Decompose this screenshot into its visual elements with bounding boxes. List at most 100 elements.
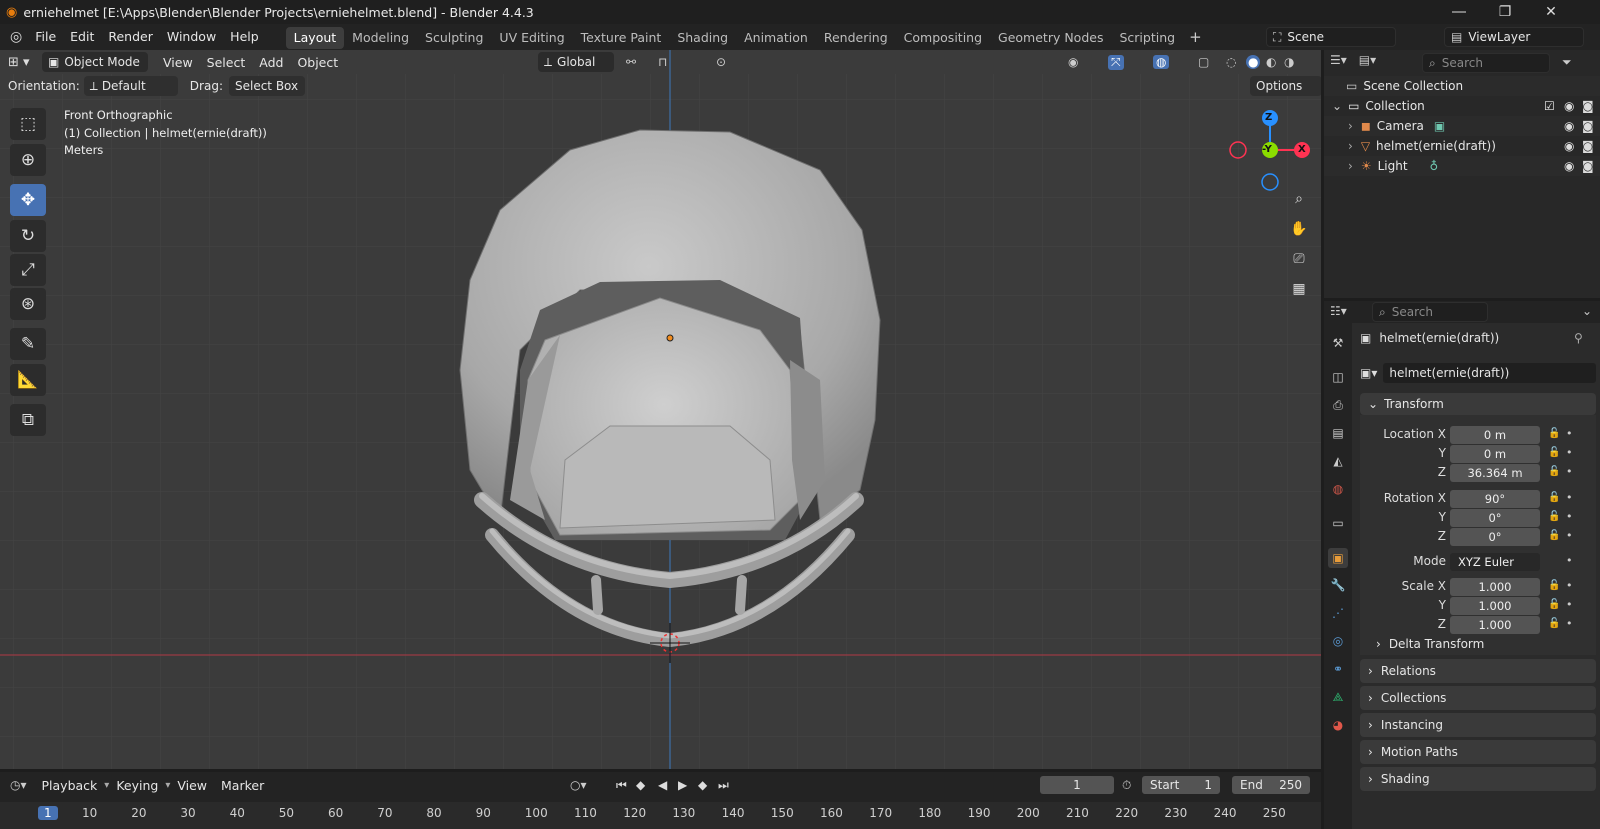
transform-tool[interactable]: ⊛ — [10, 288, 46, 320]
overlay-toggle-icon[interactable]: ◍ — [1153, 55, 1170, 69]
snap-icon[interactable]: ⊓ — [658, 55, 667, 69]
transform-orientation-dropdown[interactable]: ⟂ Global — [538, 52, 614, 72]
tab-uv-editing[interactable]: UV Editing — [491, 27, 572, 49]
menu-help[interactable]: Help — [223, 24, 266, 50]
tab-compositing[interactable]: Compositing — [896, 27, 990, 49]
lock-icon[interactable]: 🔓 — [1548, 511, 1560, 523]
visibility-icon[interactable]: ◉ — [1068, 55, 1078, 69]
expand-chevron-icon[interactable]: › — [1348, 139, 1353, 153]
measure-tool[interactable]: 📐 — [10, 364, 46, 396]
timeline-menu-keying[interactable]: Keying — [109, 778, 165, 793]
gizmo-toggle-icon[interactable]: ⤧ — [1108, 54, 1124, 70]
outliner-scene-collection[interactable]: ▭ Scene Collection — [1324, 76, 1600, 96]
drag-dropdown[interactable]: Select Box — [228, 76, 305, 96]
properties-search[interactable]: ⌕ Search — [1372, 302, 1488, 322]
location-z-field[interactable]: 36.364 m — [1450, 464, 1540, 482]
chevron-down-icon[interactable]: ⌄ — [1582, 304, 1592, 318]
keyframe-dot-icon[interactable]: • — [1566, 465, 1573, 478]
outliner-item-helmet[interactable]: › ▽ helmet(ernie(draft)) ◉ ◙ — [1324, 136, 1600, 156]
properties-editor-icon[interactable]: ☷▾ — [1330, 304, 1347, 318]
physics-tab-icon[interactable]: ◎ — [1328, 631, 1348, 651]
tab-animation[interactable]: Animation — [736, 27, 816, 49]
pan-hand-icon[interactable]: ✋ — [1286, 216, 1312, 242]
timeline-menu-playback[interactable]: Playback — [35, 778, 105, 793]
expand-chevron-icon[interactable]: › — [1348, 159, 1353, 173]
collections-panel[interactable]: › Collections — [1360, 686, 1596, 710]
display-mode-icon[interactable]: ▤▾ — [1359, 53, 1376, 67]
scale-tool[interactable]: ⤢ — [10, 254, 46, 286]
location-y-field[interactable]: 0 m — [1450, 445, 1540, 463]
location-x-field[interactable]: 0 m — [1450, 426, 1540, 444]
rotation-y-field[interactable]: 0° — [1450, 509, 1540, 527]
proportional-edit-icon[interactable]: ⊙ — [716, 55, 726, 69]
rotation-x-field[interactable]: 90° — [1450, 490, 1540, 508]
3d-viewport[interactable]: ⊞ ▾ ▣ Object Mode View Select Add Object… — [0, 50, 1321, 769]
tool-tab-icon[interactable]: ⚒ — [1328, 333, 1348, 353]
add-cube-tool[interactable]: ⧉ — [10, 404, 46, 436]
keyframe-dot-icon[interactable]: • — [1566, 529, 1573, 542]
start-frame-field[interactable]: Start 1 — [1142, 776, 1220, 794]
zoom-icon[interactable]: ⌕ — [1286, 186, 1312, 212]
object-browse-icon[interactable]: ▣▾ — [1360, 366, 1377, 380]
expand-chevron-icon[interactable]: › — [1348, 119, 1353, 133]
tab-texture-paint[interactable]: Texture Paint — [573, 27, 670, 49]
lock-icon[interactable]: 🔓 — [1548, 599, 1560, 611]
outliner-item-light[interactable]: › ☀ Light ♁ ◉ ◙ — [1324, 156, 1600, 176]
cursor-tool[interactable]: ⊕ — [10, 144, 46, 176]
filter-icon[interactable]: ⏷ — [1562, 55, 1572, 70]
menu-edit[interactable]: Edit — [63, 24, 101, 50]
rotation-mode-dropdown[interactable]: XYZ Euler — [1450, 553, 1540, 571]
jump-start-icon[interactable]: ⏮ — [616, 778, 627, 793]
keyframe-dot-icon[interactable]: • — [1566, 427, 1573, 440]
jump-end-icon[interactable]: ⏭ — [718, 778, 729, 793]
material-tab-icon[interactable]: ◕ — [1328, 715, 1348, 735]
shading-panel[interactable]: › Shading — [1360, 767, 1596, 791]
rotation-z-field[interactable]: 0° — [1450, 528, 1540, 546]
timeline-menu-view[interactable]: View — [170, 778, 214, 793]
lock-icon[interactable]: 🔓 — [1548, 530, 1560, 542]
render-camera-icon[interactable]: ◙ — [1582, 99, 1594, 113]
lock-icon[interactable]: 🔓 — [1548, 428, 1560, 440]
menu-render[interactable]: Render — [101, 24, 160, 50]
shading-material-icon[interactable]: ◐ — [1266, 55, 1276, 69]
shading-solid-icon[interactable]: ● — [1246, 55, 1261, 69]
end-frame-field[interactable]: End 250 — [1232, 776, 1310, 794]
scale-x-field[interactable]: 1.000 — [1450, 578, 1540, 596]
modifier-tab-icon[interactable]: 🔧 — [1328, 575, 1348, 595]
data-tab-icon[interactable]: ⟁ — [1328, 687, 1348, 707]
current-frame-marker[interactable]: 1 — [38, 806, 58, 820]
collection-tab-icon[interactable]: ▭ — [1328, 513, 1348, 533]
keyframe-dot-icon[interactable]: • — [1566, 617, 1573, 630]
world-tab-icon[interactable]: ◍ — [1328, 479, 1348, 499]
view-layer-tab-icon[interactable]: ▤ — [1328, 423, 1348, 443]
scale-y-field[interactable]: 1.000 — [1450, 597, 1540, 615]
scene-selector[interactable]: ⛶ Scene — [1266, 27, 1396, 47]
viewport-menu-select[interactable]: Select — [200, 55, 253, 70]
render-tab-icon[interactable]: ◫ — [1328, 367, 1348, 387]
outliner-editor-icon[interactable]: ☰▾ — [1330, 53, 1347, 67]
tab-modeling[interactable]: Modeling — [344, 27, 417, 49]
outliner-collection[interactable]: ⌄ ▭ Collection ☑ ◉ ◙ — [1324, 96, 1600, 116]
outliner-search[interactable]: ⌕ Search — [1422, 53, 1550, 73]
keyframe-dot-icon[interactable]: • — [1566, 510, 1573, 523]
delta-transform-subpanel[interactable]: › Delta Transform — [1376, 637, 1484, 651]
keyframe-dot-icon[interactable]: • — [1566, 554, 1573, 567]
auto-key-icon[interactable]: ○▾ — [570, 778, 587, 792]
move-tool[interactable]: ✥ — [10, 184, 46, 216]
xray-icon[interactable]: ▢ — [1198, 55, 1209, 69]
keyframe-dot-icon[interactable]: • — [1566, 598, 1573, 611]
keyframe-dot-icon[interactable]: • — [1566, 446, 1573, 459]
shading-wireframe-icon[interactable]: ◌ — [1226, 55, 1236, 69]
menu-file[interactable]: File — [28, 24, 63, 50]
timeline-menu-marker[interactable]: Marker — [214, 778, 271, 793]
lock-icon[interactable]: 🔓 — [1548, 492, 1560, 504]
rotate-tool[interactable]: ↻ — [10, 220, 46, 252]
jump-keyframe-forward-icon[interactable]: ◆ — [698, 778, 707, 792]
render-camera-icon[interactable]: ◙ — [1582, 119, 1594, 133]
pivot-icon[interactable]: ⚯ — [626, 55, 636, 69]
maximize-button[interactable]: ❐ — [1482, 0, 1528, 24]
particles-tab-icon[interactable]: ⋰ — [1328, 603, 1348, 623]
timeline-ruler[interactable]: 1 10 20 30 40 50 60 70 80 90 100 110 120 130 140 150 160… — [0, 802, 1321, 829]
object-tab-icon[interactable]: ▣ — [1328, 548, 1348, 568]
add-workspace-icon[interactable]: + — [1189, 28, 1202, 46]
